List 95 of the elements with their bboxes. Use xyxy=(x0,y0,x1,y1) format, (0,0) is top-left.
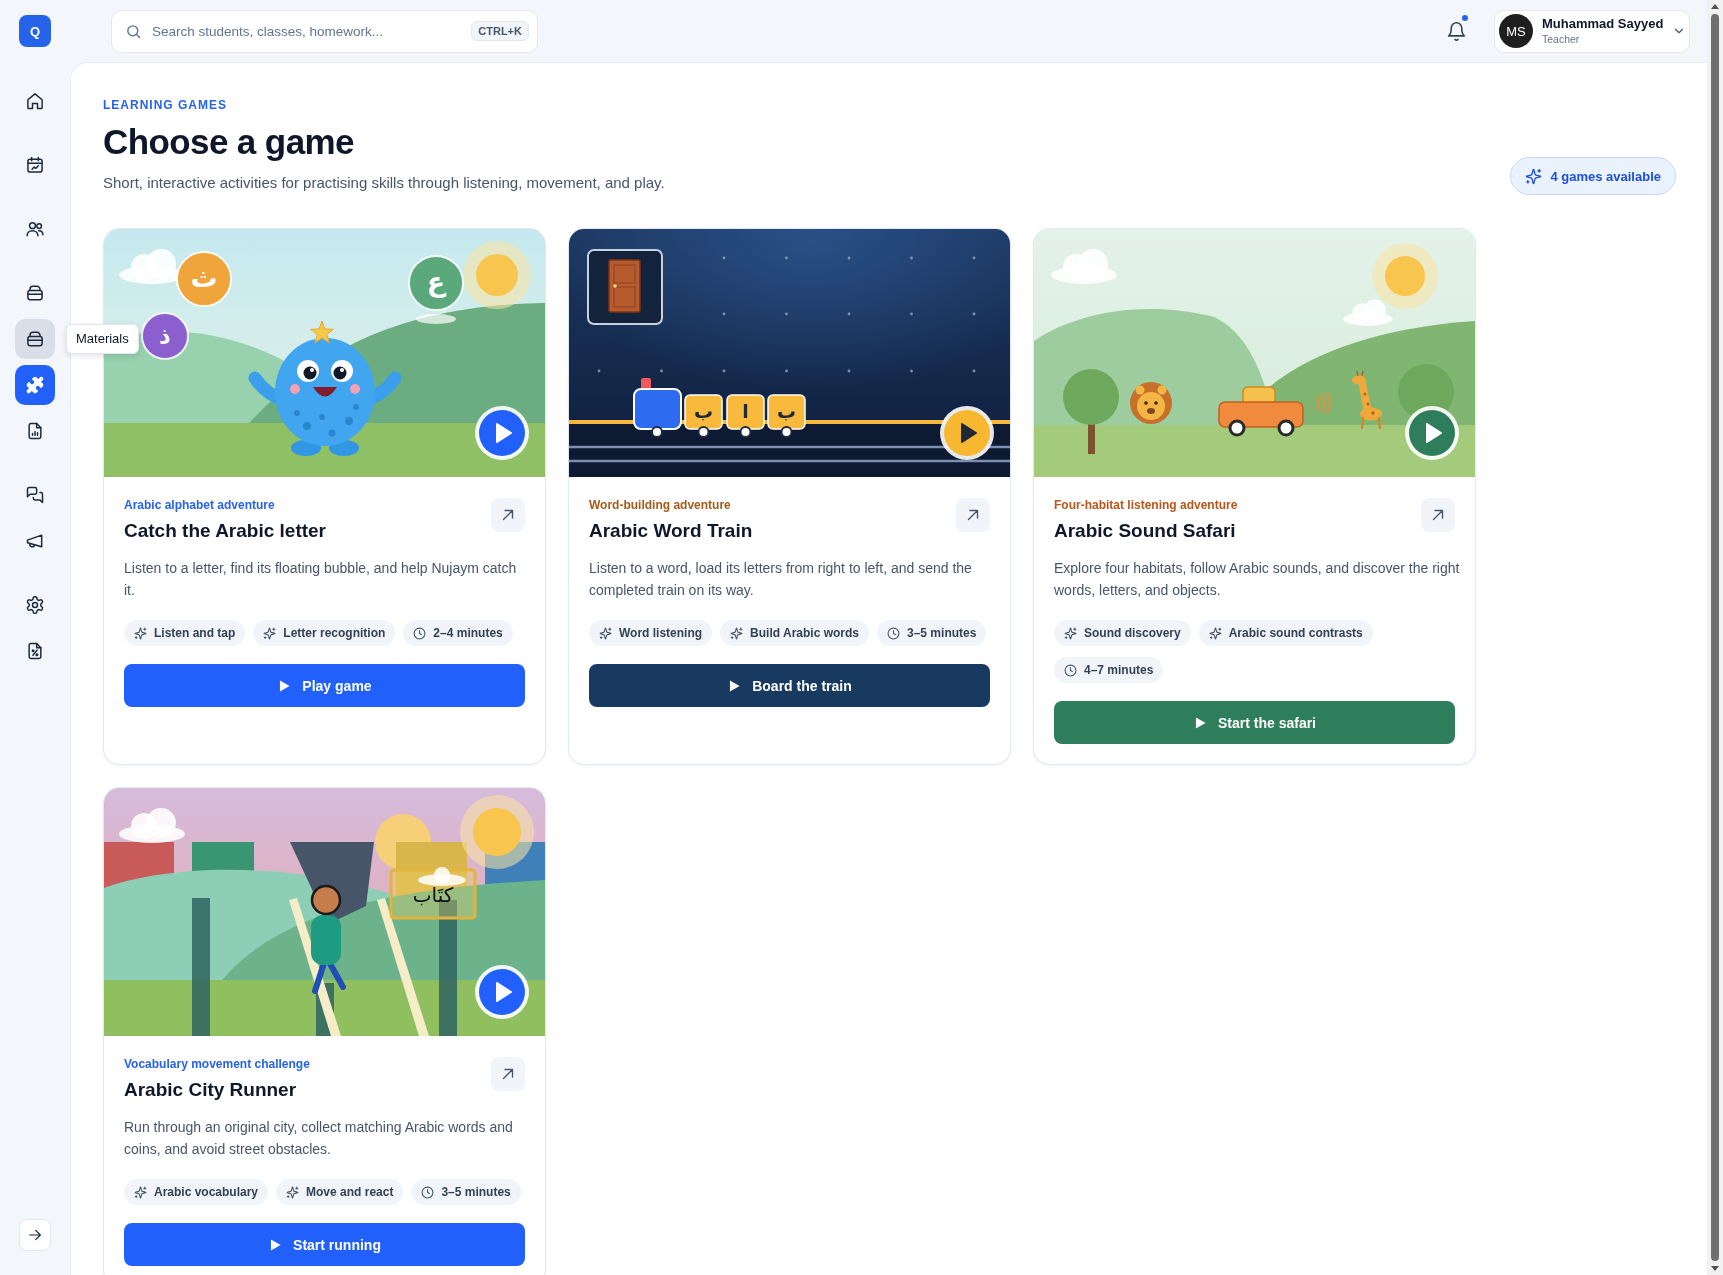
clock-icon xyxy=(421,1185,435,1199)
play-icon xyxy=(1426,423,1442,443)
play-icon xyxy=(496,423,512,443)
document-percent-icon xyxy=(25,641,45,661)
tag-label: Build Arabic words xyxy=(750,626,859,640)
game-category: Arabic alphabet adventure xyxy=(124,497,276,513)
open-game-button[interactable] xyxy=(956,498,990,532)
game-category: Four-habitat listening adventure xyxy=(1054,497,1238,513)
open-game-button[interactable] xyxy=(491,1057,525,1091)
page-title: Choose a game xyxy=(103,121,355,163)
sparkle-icon xyxy=(286,1185,300,1199)
user-name: Muhammad Sayyed xyxy=(1542,16,1664,31)
game-title: Arabic Sound Safari xyxy=(1054,519,1237,543)
start-game-button[interactable]: Start the safari xyxy=(1054,701,1455,744)
sparkle-icon xyxy=(134,626,147,640)
user-avatar: MS xyxy=(1499,14,1533,48)
game-description: Listen to a letter, find its floating bubble, and help Nujaym catch it. xyxy=(124,559,518,600)
user-menu[interactable]: MS Muhammad Sayyed Teacher xyxy=(1494,9,1690,53)
tag-label: Sound discovery xyxy=(1084,626,1181,640)
cloud-drawing xyxy=(1343,299,1393,326)
settings-icon xyxy=(25,595,45,615)
open-game-button[interactable] xyxy=(1421,498,1455,532)
sun-drawing xyxy=(463,241,531,309)
tag-label: Arabic sound contrasts xyxy=(1228,626,1363,640)
tag-label: Arabic vocabulary xyxy=(154,1185,259,1199)
cloud-drawing xyxy=(1051,249,1117,284)
clock-icon xyxy=(1064,663,1077,677)
games-count-label: 4 games available xyxy=(1550,168,1661,184)
lion-drawing xyxy=(1130,382,1172,424)
play-icon xyxy=(727,678,742,693)
sparkle-icon xyxy=(134,1185,147,1199)
puzzle-icon xyxy=(25,375,45,395)
train-car: ا xyxy=(726,394,765,438)
play-icon xyxy=(268,1237,283,1252)
bell-icon[interactable] xyxy=(1446,20,1467,42)
tag-label: Listen and tap xyxy=(154,626,236,640)
play-icon xyxy=(277,678,292,693)
tag-label: Letter recognition xyxy=(283,626,386,640)
sparkle-icon xyxy=(263,626,277,640)
sparkle-icon xyxy=(1208,626,1222,640)
scrollbar[interactable] xyxy=(1707,0,1723,1275)
section-label: LEARNING GAMES xyxy=(103,97,228,113)
users-icon xyxy=(25,219,45,239)
start-game-button[interactable]: Board the train xyxy=(589,664,990,707)
game-description: Explore four habitats, follow Arabic sounds, and discover the right words, letters, and objects. xyxy=(1054,559,1461,600)
app-logo: Q xyxy=(19,15,51,47)
user-role: Teacher xyxy=(1542,33,1581,46)
sparkle-icon xyxy=(1064,626,1077,640)
document-chart-icon xyxy=(25,421,45,441)
play-icon xyxy=(496,982,512,1002)
page-subtitle: Short, interactive activities for practising skills through listening, movement, and play. xyxy=(103,173,665,193)
sparkle-icon xyxy=(1525,167,1543,185)
tray-icon xyxy=(25,283,45,303)
open-game-button[interactable] xyxy=(491,498,525,532)
game-title: Catch the Arabic letter xyxy=(124,519,326,543)
game-description: Listen to a word, load its letters from right to left, and send the completed train on its way. xyxy=(589,559,973,600)
word-sign: كتَاب xyxy=(389,867,477,920)
calendar-icon xyxy=(25,155,45,175)
letter-bubble: ذ xyxy=(141,312,189,360)
tag-label: Word listening xyxy=(619,626,703,640)
tag-label: 2–4 minutes xyxy=(433,626,503,640)
arrow-right-icon xyxy=(27,1227,43,1243)
sidebar-item[interactable] xyxy=(15,319,55,359)
train-car: ب xyxy=(684,394,723,438)
cloud-drawing xyxy=(119,808,185,843)
game-category: Word-building adventure xyxy=(589,497,732,513)
letter-bubble: ث xyxy=(176,251,232,307)
search-icon xyxy=(125,22,142,40)
chat-icon xyxy=(25,485,45,505)
tooltip: Materials xyxy=(66,324,139,354)
home-icon xyxy=(25,91,45,111)
play-button[interactable] xyxy=(940,406,994,460)
game-title: Arabic City Runner xyxy=(124,1078,298,1102)
sparkle-icon xyxy=(730,626,744,640)
sparkle-icon xyxy=(599,626,612,640)
clock-icon xyxy=(413,626,427,640)
megaphone-icon xyxy=(25,531,45,551)
sun-drawing xyxy=(1372,243,1438,309)
game-title: Arabic Word Train xyxy=(589,519,753,543)
tray-icon xyxy=(25,329,45,349)
giraffe-drawing xyxy=(1352,370,1382,430)
tag-label: Move and react xyxy=(306,1185,394,1199)
start-game-button[interactable]: Start running xyxy=(124,1223,525,1266)
tag-label: 3–5 minutes xyxy=(441,1185,511,1199)
game-category: Vocabulary movement challenge xyxy=(124,1056,310,1072)
expand-sidebar-button[interactable] xyxy=(19,1219,51,1251)
train-engine-drawing xyxy=(633,378,682,438)
start-game-button[interactable]: Play game xyxy=(124,664,525,707)
clock-icon xyxy=(887,626,900,640)
game-description: Run through an original city, collect matching Arabic words and coins, and avoid street obstacles. xyxy=(124,1118,514,1159)
play-icon xyxy=(961,423,977,443)
sound-waves-drawing xyxy=(1316,392,1331,414)
train-car: ب xyxy=(767,394,806,438)
tag-label: 3–5 minutes xyxy=(907,626,977,640)
tag-label: 4–7 minutes xyxy=(1084,663,1154,677)
